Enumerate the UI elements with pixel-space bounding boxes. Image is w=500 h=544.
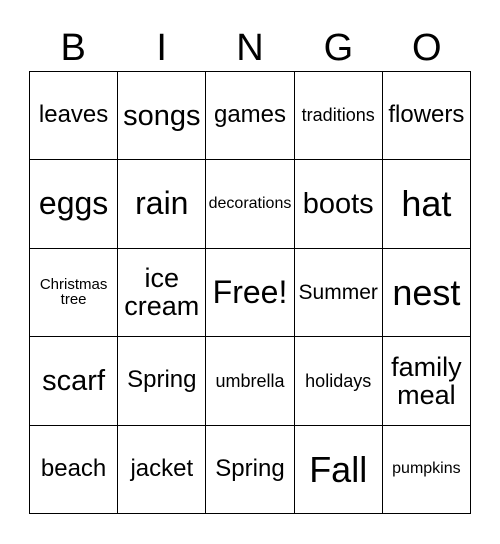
bingo-cell-label: Summer [298,280,378,304]
bingo-cell[interactable]: decorations [206,160,295,249]
bingo-cell-label: songs [123,99,201,132]
bingo-cell-label: games [213,101,287,129]
bingo-cell-label: ice cream [124,263,200,322]
bingo-cell[interactable]: boots [294,160,383,249]
bingo-cell[interactable]: songs [118,72,207,161]
bingo-cell[interactable]: nest [382,248,471,338]
bingo-cell-label: hat [401,183,452,225]
bingo-cell[interactable]: scarf [30,337,119,426]
bingo-cell[interactable]: rain [118,160,207,249]
bingo-cell[interactable]: Fall [294,425,383,514]
bingo-cell-label: eggs [38,185,109,222]
bingo-cell[interactable]: flowers [382,72,471,161]
bingo-cell[interactable]: Spring [118,337,207,426]
bingo-cell-label: beach [40,454,107,482]
bingo-cell-free-space[interactable]: Free! [206,248,295,338]
bingo-cell-label: flowers [388,101,465,129]
bingo-header-letter-g: G [323,27,354,69]
bingo-cell-label: rain [135,185,189,222]
bingo-cell-label: Christmas tree [39,275,108,309]
bingo-header-letter-n: N [236,27,264,69]
bingo-cell-label: pumpkins [392,459,461,477]
bingo-card: B I N G O leaves songs games traditions … [0,0,500,544]
bingo-cell-label: jacket [130,454,194,482]
bingo-cell[interactable]: Christmas tree [30,248,119,338]
bingo-cell-label: leaves [38,101,109,129]
bingo-cell[interactable]: Spring [206,425,295,514]
bingo-header-letter-i: I [156,27,167,69]
bingo-cell[interactable]: pumpkins [382,425,471,514]
bingo-cell-label: umbrella [215,370,285,391]
bingo-cell[interactable]: beach [30,425,119,514]
bingo-cell-label: Free! [212,273,288,310]
bingo-cell-label: Spring [127,366,197,394]
bingo-header-letter-o: O [412,27,442,69]
bingo-cell-label: boots [302,188,374,221]
bingo-cell[interactable]: hat [382,160,471,249]
bingo-cell[interactable]: holidays [294,337,383,426]
bingo-grid: leaves songs games traditions flowers eg… [29,71,471,514]
bingo-cell[interactable]: leaves [30,72,119,161]
bingo-cell[interactable]: jacket [118,425,207,514]
bingo-cell-label: holidays [305,370,372,391]
bingo-header-row: B I N G O [29,18,471,70]
bingo-cell-label: Spring [215,454,285,482]
bingo-cell-label: Fall [309,448,368,490]
bingo-cell[interactable]: games [206,72,295,161]
bingo-cell-label: family meal [391,351,462,410]
bingo-cell-label: decorations [208,194,292,212]
bingo-cell[interactable]: traditions [294,72,383,161]
bingo-cell-label: traditions [301,105,375,126]
bingo-cell[interactable]: family meal [382,337,471,426]
bingo-cell-label: scarf [42,364,106,397]
bingo-header-letter-b: B [60,27,86,69]
bingo-cell-label: nest [392,271,461,313]
bingo-cell[interactable]: Summer [294,248,383,338]
bingo-cell[interactable]: eggs [30,160,119,249]
bingo-cell[interactable]: umbrella [206,337,295,426]
bingo-cell[interactable]: ice cream [118,248,207,338]
